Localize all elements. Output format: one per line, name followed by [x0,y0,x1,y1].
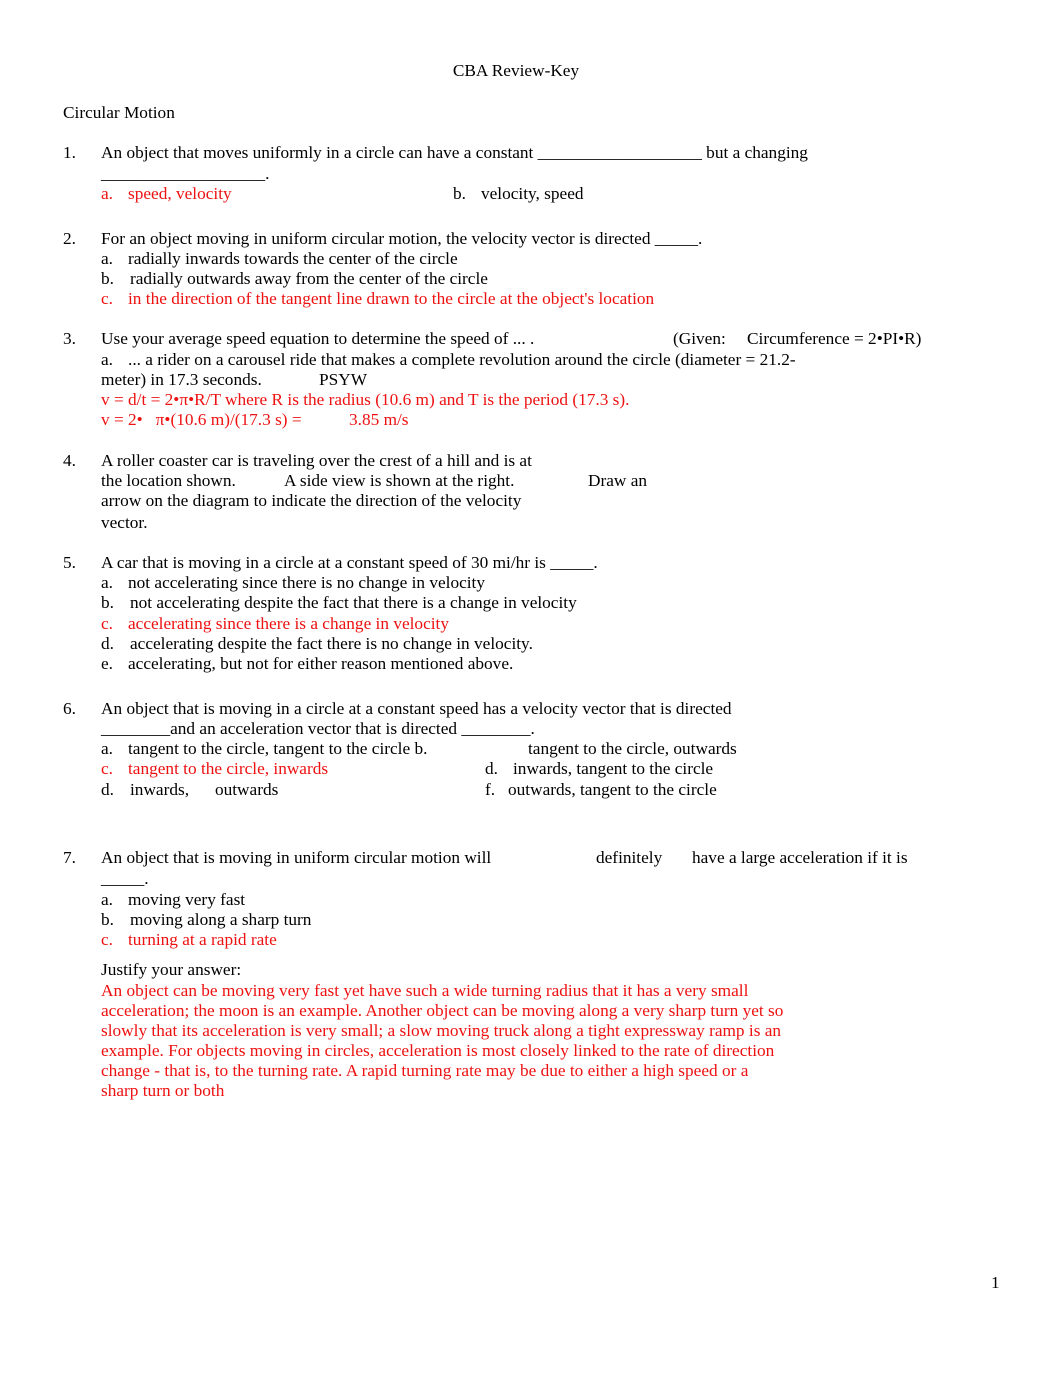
question-stem: arrow on the diagram to indicate the dir… [101,491,522,510]
question-number: 6. [63,699,76,718]
question-stem: _____. [101,869,149,888]
question-stem: the location shown. [101,471,236,490]
question-stem: Draw an [588,471,648,490]
option-letter: c. [101,930,113,949]
sub-question-text: meter) in 17.3 seconds. [101,370,262,389]
justify-answer-line: acceleration; the moon is an example. An… [101,1001,784,1020]
option-correct-answer: in the direction of the tangent line dra… [128,289,655,308]
option-correct-answer: speed, velocity [128,184,232,203]
option-letter: d. [485,759,498,778]
question-stem: An object that moves uniformly in a circ… [101,143,808,162]
option-letter: a. [101,184,113,203]
option-text: radially outwards away from the center o… [130,269,488,288]
option-text: moving very fast [128,890,246,909]
option-letter: a. [101,739,113,758]
section-heading: Circular Motion [63,103,175,122]
option-correct-answer: accelerating since there is a change in … [128,614,449,633]
justify-answer-line: sharp turn or both [101,1081,225,1100]
justify-answer-line: An object can be moving very fast yet ha… [101,981,749,1000]
option-letter: f. [485,780,496,799]
option-letter: b. [101,269,114,288]
question-stem: have a large acceleration if it is [692,848,908,867]
option-letter: c. [101,759,113,778]
option-letter: b. [453,184,466,203]
question-number: 2. [63,229,76,248]
question-stem: An object that is moving in uniform circ… [101,848,492,867]
question-number: 4. [63,451,76,470]
option-letter: a. [101,249,113,268]
question-number: 7. [63,848,76,867]
option-text: tangent to the circle, outwards [528,739,737,758]
option-text: accelerating despite the fact there is n… [130,634,533,653]
question-stem: An object that is moving in a circle at … [101,699,732,718]
given-formula: Circumference = 2•PI•R) [747,329,922,348]
option-text: radially inwards towards the center of t… [128,249,458,268]
question-stem: A roller coaster car is traveling over t… [101,451,532,470]
answer-formula: v = d/t = 2•π•R/T where R is the radius … [101,390,630,409]
question-number: 1. [63,143,76,162]
option-letter: b. [101,593,114,612]
option-letter: d. [101,780,114,799]
document-title: CBA Review-Key [452,61,580,80]
question-stem: For an object moving in uniform circular… [101,229,703,248]
page-number: 1 [991,1273,1000,1292]
option-correct-answer: tangent to the circle, inwards [128,759,329,778]
sub-question-letter: a. [101,350,113,369]
question-stem: ________and an acceleration vector that … [101,719,535,738]
justify-label: Justify your answer: [101,960,242,979]
option-letter: a. [101,890,113,909]
option-text: velocity, speed [481,184,584,203]
option-text: inwards, tangent to the circle [513,759,714,778]
option-text: not accelerating since there is no chang… [128,573,485,592]
psyw-label: PSYW [319,370,368,389]
question-number: 5. [63,553,76,572]
justify-answer-line: slowly that its acceleration is very sma… [101,1021,782,1040]
question-number: 3. [63,329,76,348]
question-stem: A car that is moving in a circle at a co… [101,553,598,572]
option-text: accelerating, but not for either reason … [128,654,514,673]
justify-answer-line: example. For objects moving in circles, … [101,1041,775,1060]
option-letter: e. [101,654,113,673]
option-correct-answer: turning at a rapid rate [128,930,277,949]
option-text: not accelerating despite the fact that t… [130,593,577,612]
sub-question-text: ... a rider on a carousel ride that make… [128,350,796,369]
option-text: tangent to the circle, tangent to the ci… [128,739,428,758]
option-letter: d. [101,634,114,653]
question-stem: ___________________. [101,164,270,183]
answer-calculation: v = 2• π•(10.6 m)/(17.3 s) = [101,410,302,429]
option-text: moving along a sharp turn [130,910,312,929]
option-letter: a. [101,573,113,592]
option-text: outwards, tangent to the circle [508,780,717,799]
question-stem: A side view is shown at the right. [284,471,515,490]
given-label: (Given: [673,329,726,348]
justify-answer-line: change - that is, to the turning rate. A… [101,1061,749,1080]
option-letter: c. [101,614,113,633]
question-stem: vector. [101,513,148,532]
option-text: inwards, outwards [130,780,279,799]
answer-value: 3.85 m/s [349,410,409,429]
question-stem: definitely [596,848,663,867]
question-stem: Use your average speed equation to deter… [101,329,535,348]
option-letter: b. [101,910,114,929]
option-letter: c. [101,289,113,308]
